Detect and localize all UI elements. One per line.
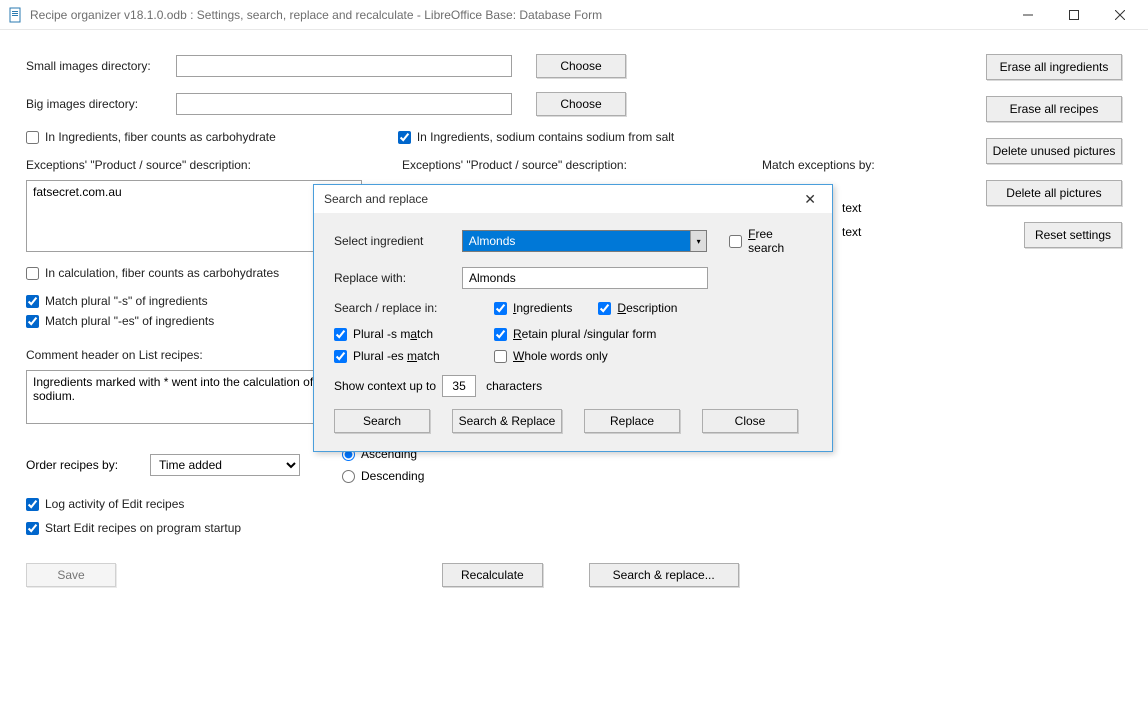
ingredients-checkbox[interactable]: Ingredients (494, 301, 572, 315)
match-plural-s-label: Match plural "-s" of ingredients (45, 294, 208, 308)
recalculate-button[interactable]: Recalculate (442, 563, 543, 587)
context-chars-input[interactable] (442, 375, 476, 397)
order-by-label: Order recipes by: (26, 458, 150, 472)
show-context-label: Show context up to (334, 379, 436, 393)
match-text-2: text (842, 225, 861, 239)
start-edit-checkbox[interactable]: Start Edit recipes on program startup (26, 521, 1122, 535)
exceptions-textarea[interactable]: fatsecret.com.au (26, 180, 362, 252)
fiber-carb-calc-checkbox[interactable]: In calculation, fiber counts as carbohyd… (26, 266, 279, 280)
log-activity-label: Log activity of Edit recipes (45, 497, 184, 511)
fiber-carb-calc-label: In calculation, fiber counts as carbohyd… (45, 266, 279, 280)
erase-all-recipes-button[interactable]: Erase all recipes (986, 96, 1122, 122)
sodium-salt-label: In Ingredients, sodium contains sodium f… (417, 130, 674, 144)
dialog-replace-button[interactable]: Replace (584, 409, 680, 433)
delete-all-pictures-button[interactable]: Delete all pictures (986, 180, 1122, 206)
small-images-label: Small images directory: (26, 59, 176, 73)
start-edit-label: Start Edit recipes on program startup (45, 521, 241, 535)
document-icon (8, 7, 24, 23)
titlebar: Recipe organizer v18.1.0.odb : Settings,… (0, 0, 1148, 30)
fiber-carb-ing-label: In Ingredients, fiber counts as carbohyd… (45, 130, 276, 144)
descending-radio[interactable]: Descending (342, 469, 424, 483)
exceptions-left-label: Exceptions' "Product / source" descripti… (26, 158, 402, 172)
fiber-carb-ingredients-checkbox[interactable]: In Ingredients, fiber counts as carbohyd… (26, 130, 276, 144)
description-checkbox[interactable]: Description (598, 301, 677, 315)
select-ingredient-value: Almonds (463, 231, 690, 251)
save-button[interactable]: Save (26, 563, 116, 587)
retain-plural-checkbox[interactable]: Retain plural /singular form (494, 327, 656, 341)
characters-label: characters (486, 379, 542, 393)
erase-all-ingredients-button[interactable]: Erase all ingredients (986, 54, 1122, 80)
descending-label: Descending (361, 469, 424, 483)
free-search-checkbox[interactable]: Free search (729, 227, 812, 255)
reset-settings-button[interactable]: Reset settings (1024, 222, 1122, 248)
big-images-label: Big images directory: (26, 97, 176, 111)
choose-small-button[interactable]: Choose (536, 54, 626, 78)
dialog-search-button[interactable]: Search (334, 409, 430, 433)
match-text-1: text (842, 201, 861, 215)
search-replace-button[interactable]: Search & replace... (589, 563, 739, 587)
exceptions-right-label: Exceptions' "Product / source" descripti… (402, 158, 762, 172)
window-title: Recipe organizer v18.1.0.odb : Settings,… (30, 8, 1014, 22)
match-exceptions-label: Match exceptions by: (762, 158, 875, 172)
select-ingredient-label: Select ingredient (334, 234, 462, 248)
sodium-salt-checkbox[interactable]: In Ingredients, sodium contains sodium f… (398, 130, 674, 144)
big-images-input[interactable] (176, 93, 512, 115)
choose-big-button[interactable]: Choose (536, 92, 626, 116)
dialog-search-replace-button[interactable]: Search & Replace (452, 409, 562, 433)
select-ingredient-combo[interactable]: Almonds ▾ (462, 230, 707, 252)
chevron-down-icon[interactable]: ▾ (690, 231, 706, 251)
plural-es-checkbox[interactable]: Plural -es match (334, 349, 494, 363)
replace-with-input[interactable]: Almonds (462, 267, 708, 289)
search-replace-dialog: Search and replace ✕ Select ingredient A… (313, 184, 833, 452)
search-in-label: Search / replace in: (334, 301, 462, 315)
log-activity-checkbox[interactable]: Log activity of Edit recipes (26, 497, 1122, 511)
maximize-button[interactable] (1060, 5, 1088, 25)
dialog-close-button[interactable]: Close (702, 409, 798, 433)
match-plural-es-label: Match plural "-es" of ingredients (45, 314, 214, 328)
dialog-title: Search and replace (324, 192, 798, 206)
delete-unused-pictures-button[interactable]: Delete unused pictures (986, 138, 1122, 164)
small-images-input[interactable] (176, 55, 512, 77)
replace-with-label: Replace with: (334, 271, 462, 285)
close-window-button[interactable] (1106, 5, 1134, 25)
order-by-dropdown[interactable]: Time added (150, 454, 300, 476)
plural-s-checkbox[interactable]: Plural -s match (334, 327, 494, 341)
close-icon[interactable]: ✕ (798, 189, 822, 210)
whole-words-checkbox[interactable]: Whole words only (494, 349, 608, 363)
minimize-button[interactable] (1014, 5, 1042, 25)
